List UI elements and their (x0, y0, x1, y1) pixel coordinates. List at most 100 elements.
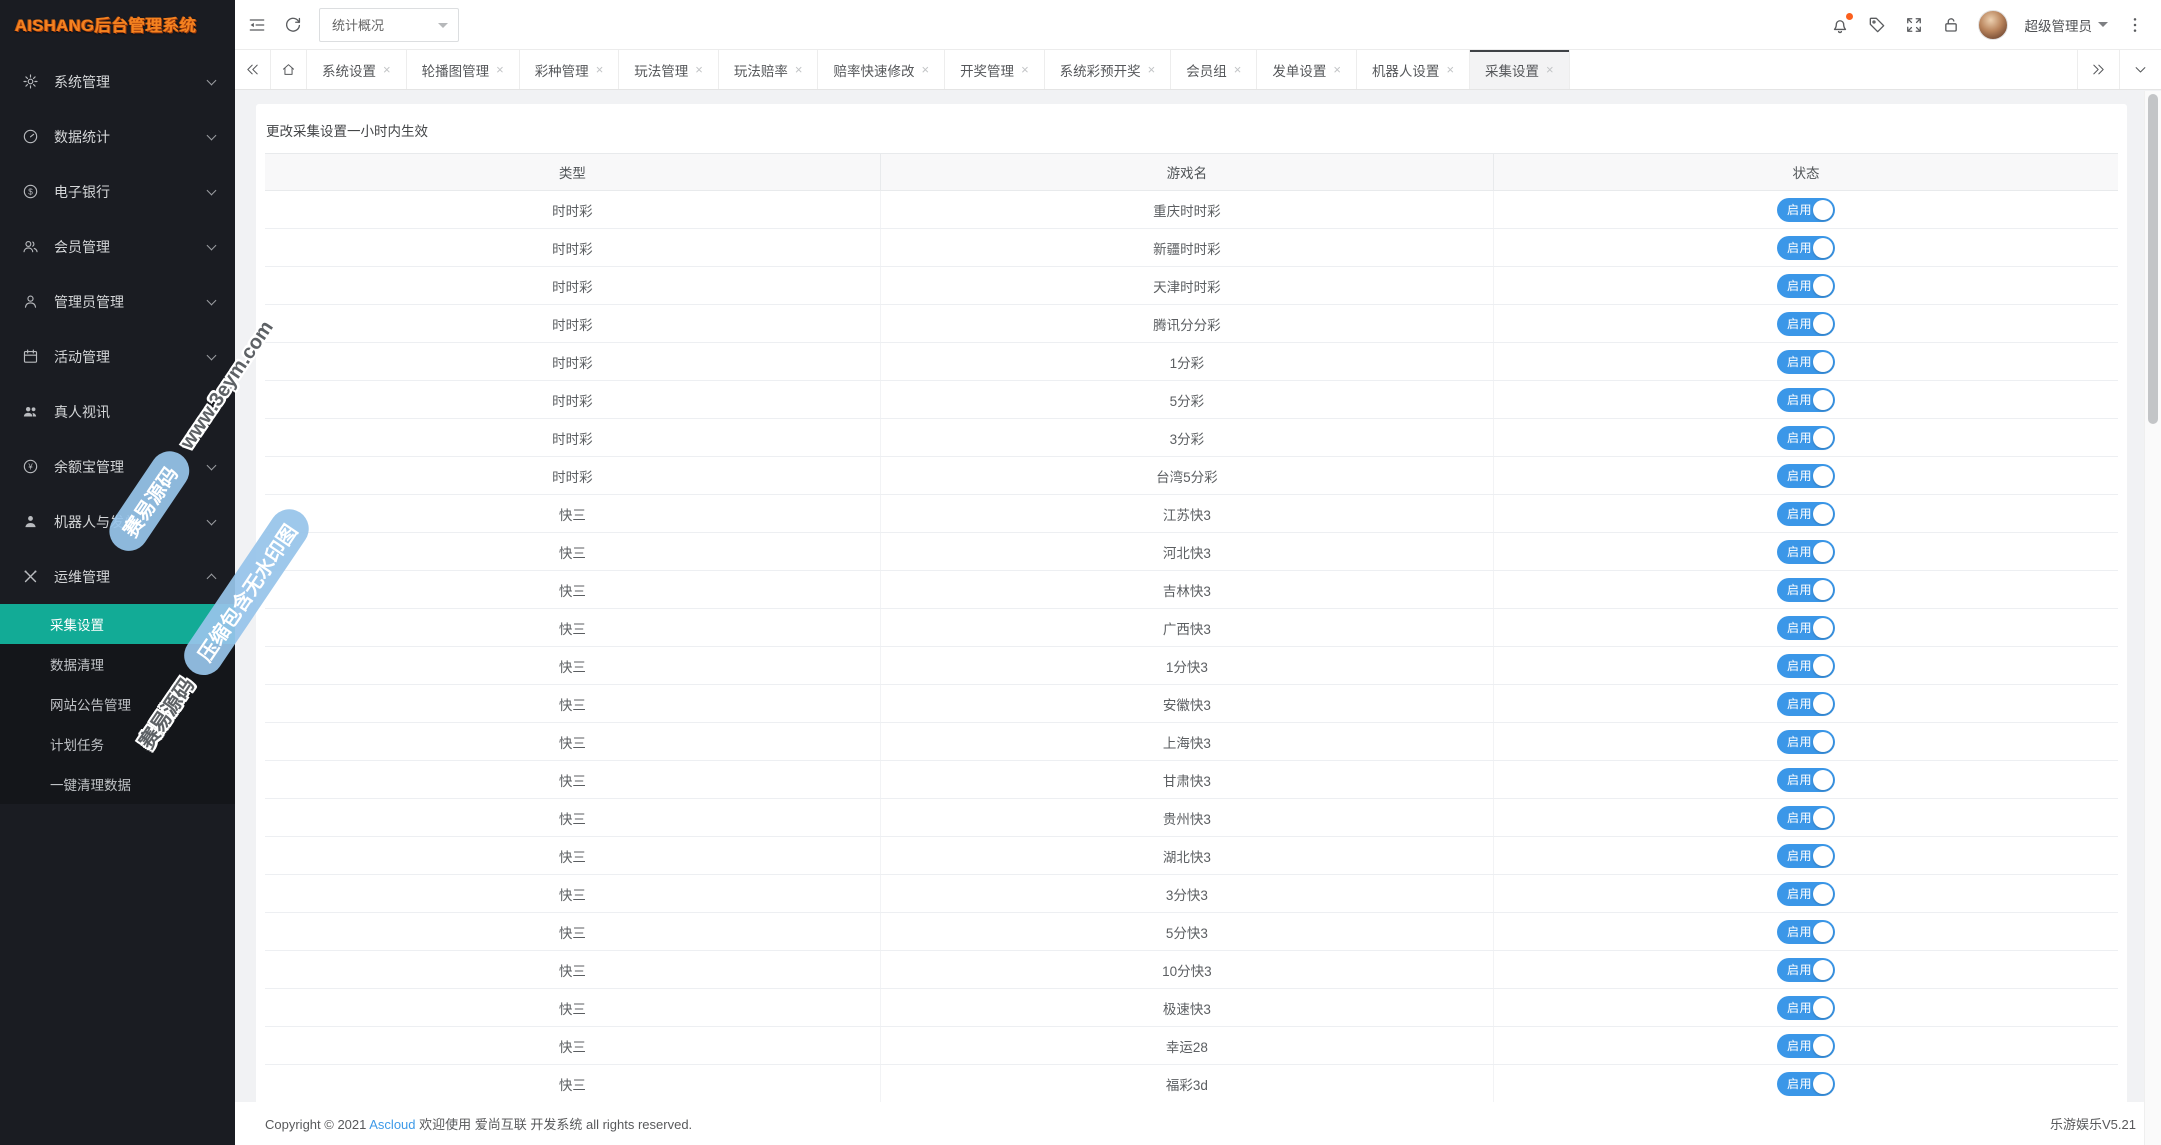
sidebar-item[interactable]: $电子银行 (0, 164, 235, 219)
content-scrollbar[interactable] (2144, 91, 2161, 1145)
status-cell: 启用 (1494, 913, 2118, 951)
lock-icon[interactable] (1941, 15, 1961, 35)
status-toggle[interactable]: 启用 (1777, 350, 1835, 374)
table-row: 时时彩3分彩启用 (265, 419, 2118, 457)
status-toggle[interactable]: 启用 (1777, 312, 1835, 336)
sidebar-item[interactable]: 机器人与发单 (0, 494, 235, 549)
status-toggle[interactable]: 启用 (1777, 426, 1835, 450)
tab-item[interactable]: 系统设置× (307, 50, 407, 89)
status-toggle[interactable]: 启用 (1777, 1034, 1835, 1058)
caret-down-icon (438, 23, 448, 33)
tab-item[interactable]: 机器人设置× (1357, 50, 1470, 89)
close-icon[interactable]: × (695, 63, 703, 76)
status-toggle[interactable]: 启用 (1777, 768, 1835, 792)
close-icon[interactable]: × (1333, 63, 1341, 76)
status-toggle[interactable]: 启用 (1777, 654, 1835, 678)
tabs-scroll-right-button[interactable] (2077, 50, 2119, 89)
close-icon[interactable]: × (1446, 63, 1454, 76)
status-toggle[interactable]: 启用 (1777, 616, 1835, 640)
type-cell: 快三 (265, 913, 880, 951)
status-toggle[interactable]: 启用 (1777, 388, 1835, 412)
kebab-menu-icon[interactable] (2125, 15, 2145, 35)
status-toggle[interactable]: 启用 (1777, 844, 1835, 868)
column-header: 状态 (1494, 154, 2118, 191)
toggle-knob (1813, 542, 1833, 562)
table-row: 快三安徽快3启用 (265, 685, 2118, 723)
type-cell: 时时彩 (265, 229, 880, 267)
status-toggle[interactable]: 启用 (1777, 730, 1835, 754)
toggle-label: 启用 (1787, 391, 1812, 408)
tab-item[interactable]: 玩法管理× (619, 50, 719, 89)
sidebar-subitem[interactable]: 计划任务 (0, 724, 235, 764)
sidebar-item[interactable]: 系统管理 (0, 54, 235, 109)
status-toggle[interactable]: 启用 (1777, 996, 1835, 1020)
tab-item[interactable]: 赔率快速修改× (818, 50, 945, 89)
sidebar-subitem[interactable]: 数据清理 (0, 644, 235, 684)
sidebar-item[interactable]: 管理员管理 (0, 274, 235, 329)
close-icon[interactable]: × (496, 63, 504, 76)
game-cell: 吉林快3 (880, 571, 1493, 609)
status-cell: 启用 (1494, 951, 2118, 989)
sidebar-item[interactable]: ¥余额宝管理 (0, 439, 235, 494)
close-icon[interactable]: × (921, 63, 929, 76)
sidebar-item[interactable]: 活动管理 (0, 329, 235, 384)
status-toggle[interactable]: 启用 (1777, 540, 1835, 564)
toggle-label: 启用 (1787, 999, 1812, 1016)
home-tab-button[interactable] (271, 50, 307, 89)
tab-label: 轮播图管理 (422, 60, 490, 80)
tab-item[interactable]: 发单设置× (1257, 50, 1357, 89)
close-icon[interactable]: × (1021, 63, 1029, 76)
status-toggle[interactable]: 启用 (1777, 806, 1835, 830)
sidebar-subitem[interactable]: 采集设置 (0, 604, 235, 644)
toggle-knob (1813, 770, 1833, 790)
refresh-icon[interactable] (283, 15, 303, 35)
status-toggle[interactable]: 启用 (1777, 236, 1835, 260)
game-cell: 3分彩 (880, 419, 1493, 457)
status-cell: 启用 (1494, 761, 2118, 799)
fullscreen-icon[interactable] (1904, 15, 1924, 35)
status-toggle[interactable]: 启用 (1777, 692, 1835, 716)
avatar[interactable] (1978, 10, 2008, 40)
sidebar-subitem[interactable]: 一键清理数据 (0, 764, 235, 804)
collapse-sidebar-icon[interactable] (247, 15, 267, 35)
tabs-scroll-left-button[interactable] (235, 50, 271, 89)
close-icon[interactable]: × (1148, 63, 1156, 76)
status-toggle[interactable]: 启用 (1777, 882, 1835, 906)
close-icon[interactable]: × (596, 63, 604, 76)
nav-select[interactable]: 统计概况 (319, 8, 459, 42)
game-cell: 1分快3 (880, 647, 1493, 685)
status-toggle[interactable]: 启用 (1777, 958, 1835, 982)
status-toggle[interactable]: 启用 (1777, 464, 1835, 488)
status-toggle[interactable]: 启用 (1777, 198, 1835, 222)
tab-item[interactable]: 会员组× (1171, 50, 1257, 89)
tab-item[interactable]: 轮播图管理 × (407, 50, 520, 89)
tab-item[interactable]: 玩法赔率× (719, 50, 819, 89)
status-toggle[interactable]: 启用 (1777, 578, 1835, 602)
bell-icon[interactable] (1830, 15, 1850, 35)
status-toggle[interactable]: 启用 (1777, 502, 1835, 526)
tab-item[interactable]: 彩种管理 × (520, 50, 620, 89)
tag-icon[interactable] (1867, 15, 1887, 35)
tabs-menu-button[interactable] (2119, 50, 2161, 89)
tab-item[interactable]: 开奖管理× (945, 50, 1045, 89)
status-toggle[interactable]: 启用 (1777, 1072, 1835, 1096)
close-icon[interactable]: × (1234, 63, 1242, 76)
sidebar-item[interactable]: 会员管理 (0, 219, 235, 274)
footer: Copyright © 2021 Ascloud 欢迎使用 爱尚互联 开发系统 … (235, 1102, 2161, 1145)
close-icon[interactable]: × (795, 63, 803, 76)
status-toggle[interactable]: 启用 (1777, 920, 1835, 944)
scrollbar-thumb[interactable] (2148, 94, 2158, 424)
tab-label: 彩种管理 (535, 60, 589, 80)
close-icon[interactable]: × (1546, 63, 1554, 76)
close-icon[interactable]: × (383, 63, 391, 76)
tab-item[interactable]: 系统彩预开奖× (1045, 50, 1172, 89)
user-menu[interactable]: 超级管理员 (2025, 15, 2109, 35)
tab-item[interactable]: 采集设置× (1470, 50, 1570, 89)
sidebar-item[interactable]: 运维管理 (0, 549, 235, 604)
ascloud-link[interactable]: Ascloud (369, 1117, 415, 1132)
sidebar-subitem[interactable]: 网站公告管理 (0, 684, 235, 724)
sidebar-item[interactable]: 数据统计 (0, 109, 235, 164)
status-toggle[interactable]: 启用 (1777, 274, 1835, 298)
toggle-knob (1813, 808, 1833, 828)
sidebar-item[interactable]: 真人视讯 (0, 384, 235, 439)
